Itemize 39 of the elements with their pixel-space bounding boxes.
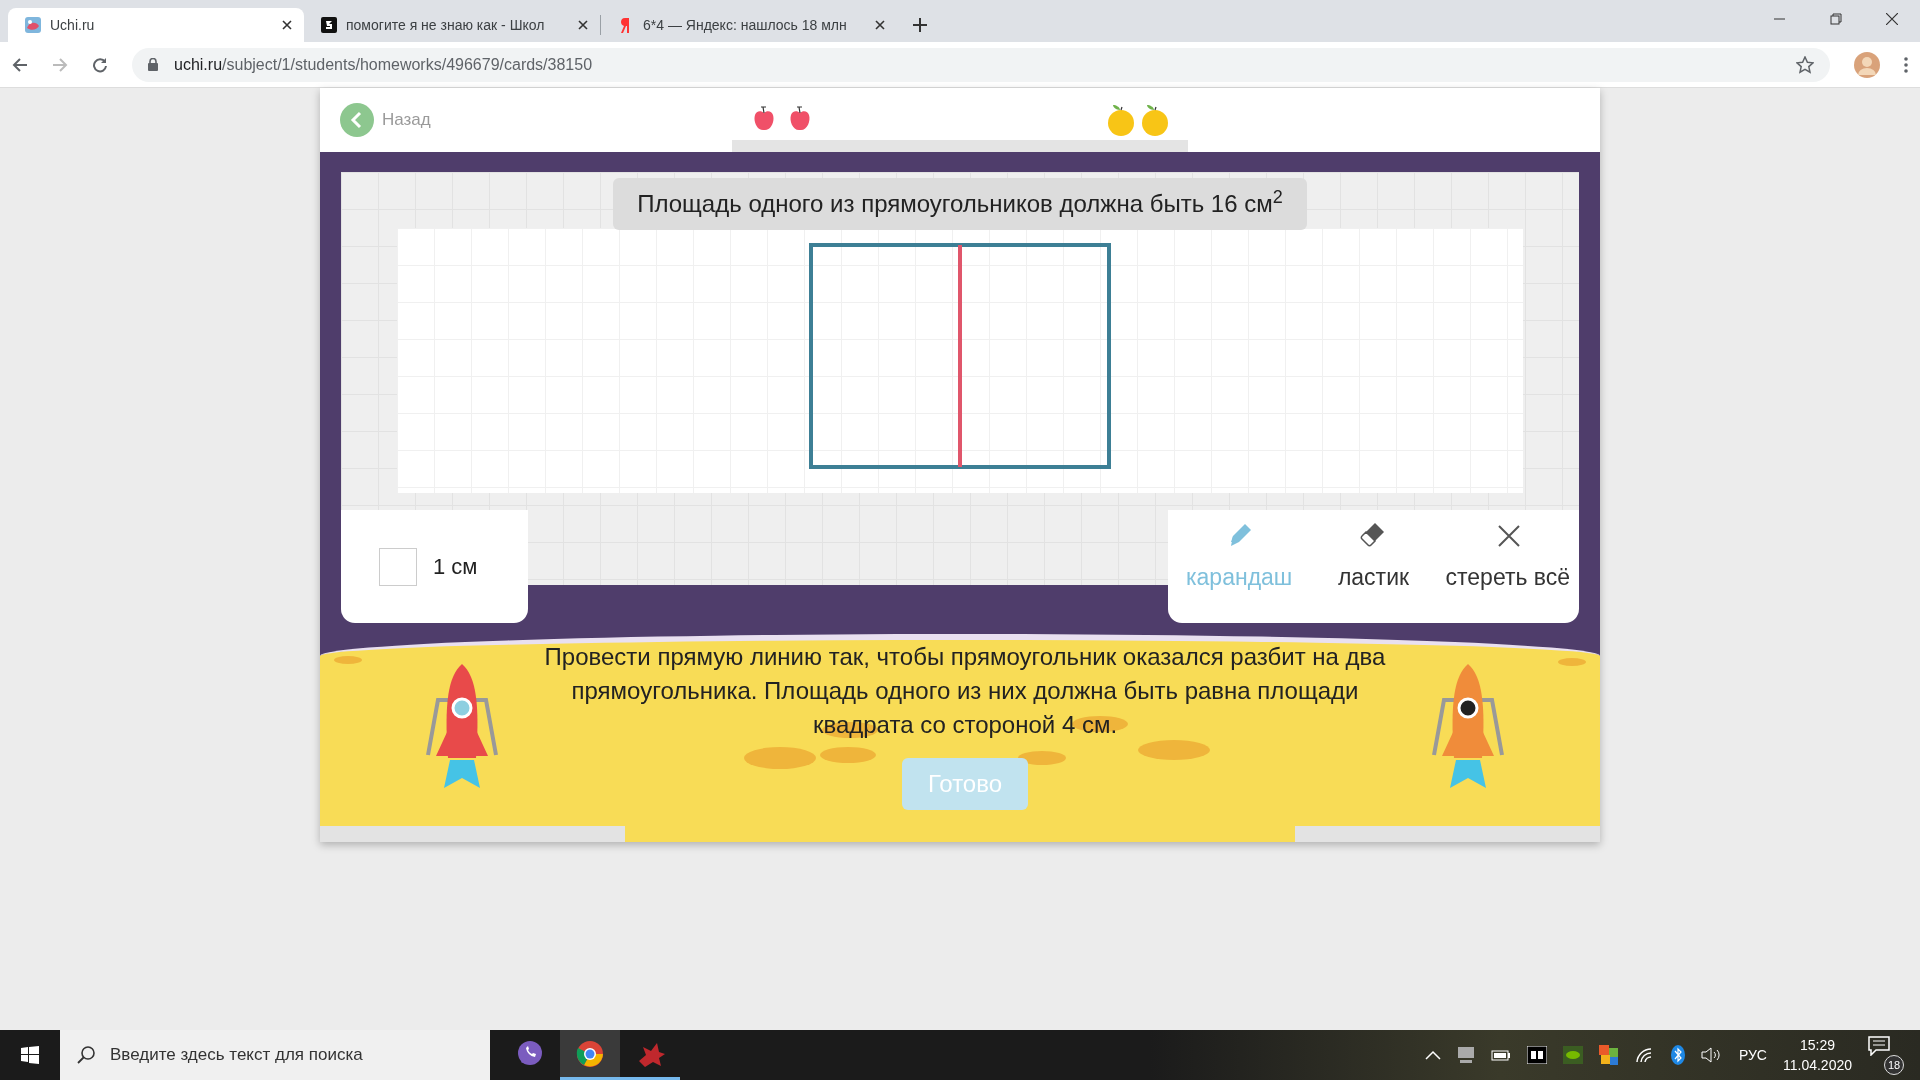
browser-tab[interactable]: Uchi.ru [8,8,304,42]
tool-button[interactable]: ластик [1306,510,1441,623]
search-icon [76,1045,96,1065]
menu-icon[interactable] [1904,56,1908,73]
monitor-icon[interactable] [1456,1046,1475,1064]
instruction-text: Провести прямую линию так, чтобы прямоугольник оказался разбит на два прямоугольника. Площадь одного из них должна быть равна площади квадрата со стороной 4 см. [543,642,1387,740]
clock[interactable]: 15:29 11.04.2020 [1782,1035,1852,1075]
message-icon [1868,1036,1890,1057]
browser-tab[interactable]: помогите я не знаю как - Школ [304,8,600,42]
unit-square-icon [379,547,417,586]
input-language[interactable]: РУС [1738,1044,1767,1066]
tiles-app-icon[interactable] [1598,1045,1619,1065]
reload-icon[interactable] [92,56,108,73]
battery-icon[interactable] [1490,1049,1511,1061]
taskbar-app[interactable] [560,1030,620,1080]
restore-icon[interactable] [1830,13,1842,25]
notification-button[interactable]: 18 [1868,1035,1904,1075]
notification-count: 18 [1884,1055,1904,1075]
task-title: Площадь одного из прямоугольников должна быть 16 см$^{2}$ [613,178,1307,230]
scale-label: 1 см [433,553,478,581]
address-field[interactable]: uchi.ru/subject/1/students/homeworks/496679/cards/38150 [132,47,1830,82]
close-icon[interactable] [578,20,588,30]
app-logo-icon [24,16,42,34]
star-icon[interactable] [1796,55,1814,74]
back-arrow-icon[interactable] [12,56,28,73]
browser-tab[interactable]: 6*4 — Яндекс: нашлось 18 млн [601,8,897,42]
bluetooth-icon[interactable] [1670,1045,1685,1065]
new-tab-icon[interactable] [913,18,927,32]
browser-icon [575,1038,605,1069]
close-icon[interactable] [1886,13,1898,25]
chevron-up-icon[interactable] [1424,1050,1441,1060]
tool-button[interactable]: стереть всё [1440,510,1575,623]
search-field[interactable]: Введите здесь текст для поиска [60,1030,490,1080]
app-logo-icon [320,16,338,34]
windows-logo-icon[interactable] [21,1046,39,1064]
speaker-icon[interactable] [1700,1047,1723,1063]
close-icon[interactable] [282,20,292,30]
lock-icon [148,58,158,71]
close-icon[interactable] [875,20,885,30]
